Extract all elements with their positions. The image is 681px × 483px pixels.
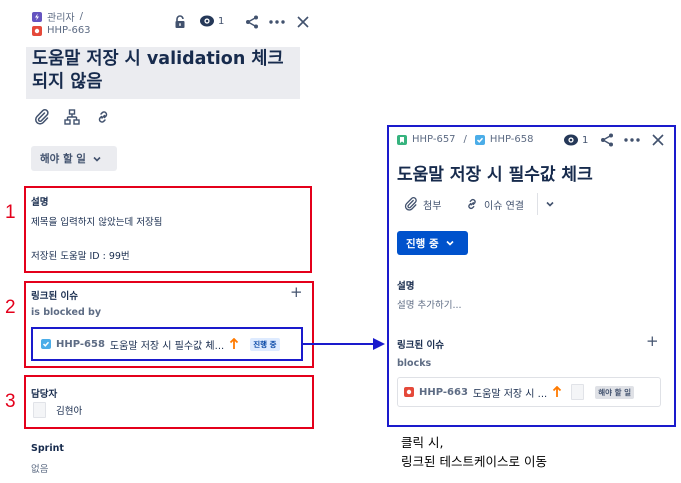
paperclip-icon [404,197,417,211]
marker-2: 2 [5,297,16,318]
right-more-button[interactable] [623,132,641,148]
linked-issue-key: HHP-658 [56,338,105,350]
chevron-down-icon [446,240,454,246]
right-close-button[interactable] [650,132,666,148]
attach-button[interactable] [31,106,53,128]
close-icon [652,134,664,146]
watch-button[interactable]: 1 [199,14,224,28]
avatar [571,384,585,400]
description-label: 설명 [397,281,415,292]
linked-issue-summary: 도움말 저장 시 필수값 체... [109,340,225,352]
chevron-down-icon [93,156,101,162]
linked-issue-status: 해야 할 일 [595,385,635,399]
status-label: 진행 중 [406,237,439,250]
marker-3: 3 [5,391,16,412]
priority-high-arrow-icon [230,338,239,349]
paperclip-icon [35,109,49,125]
watch-count: 1 [218,15,225,27]
description-text-line2[interactable]: 저장된 도움말 ID : 99번 [31,248,130,262]
chevron-down-icon [546,201,554,207]
more-icon [269,20,285,24]
linked-issue-summary: 도움말 저장 시 ... [472,388,548,400]
avatar [33,402,46,418]
add-link-button[interactable]: + [290,283,303,301]
issue-title-text: 도움말 저장 시 validation 체크되지 않음 [32,49,284,92]
attach-button[interactable]: 첨부 [397,193,451,215]
close-icon [297,16,309,28]
breadcrumb-separator: / [79,11,83,22]
description-placeholder[interactable]: 설명 추가하기... [397,297,462,311]
breadcrumb-issue-key: HHP-658 [489,134,534,145]
description-text-line1[interactable]: 제목을 입력하지 않았는데 저장됨 [31,214,162,228]
lightning-project-icon [32,11,42,22]
status-dropdown[interactable]: 진행 중 [397,231,468,255]
linked-issues-label: 링크된 이슈 [397,340,445,351]
link-relation-label: blocks [397,358,432,369]
link-label: 이슈 연결 [484,200,524,212]
sprint-label: Sprint [31,443,64,454]
description-label: 설명 [31,197,49,208]
share-button[interactable] [244,14,260,30]
right-watch-button[interactable]: 1 [563,133,588,147]
close-button[interactable] [295,14,311,30]
right-breadcrumb[interactable]: HHP-657 / HHP-658 [397,134,533,145]
linked-issue-card[interactable]: HHP-663 도움말 저장 시 ... 해야 할 일 [397,377,661,407]
more-actions-dropdown[interactable] [540,193,560,215]
left-breadcrumb-issue[interactable]: HHP-663 [32,25,91,36]
link-issue-button[interactable]: 이슈 연결 [458,193,536,215]
child-issues-icon [64,109,80,125]
assignee-field[interactable]: 김현아 [33,402,82,418]
task-icon [41,339,51,349]
task-icon [474,134,485,145]
toolbar-divider [537,193,538,215]
link-relation-label: is blocked by [31,307,102,318]
share-icon [601,133,613,147]
child-issues-button[interactable] [61,106,83,128]
eye-icon [564,134,578,146]
navigation-arrow [303,338,385,350]
more-icon [624,138,640,142]
status-dropdown[interactable]: 해야 할 일 [31,146,117,171]
linked-issue-card[interactable]: HHP-658 도움말 저장 시 필수값 체... 진행 중 [35,331,299,357]
linked-issue-key: HHP-663 [419,386,468,398]
link-icon [98,111,108,123]
breadcrumb-project-name: 관리자 [47,13,75,24]
lock-button[interactable] [173,14,187,30]
share-icon [246,15,258,29]
breadcrumb-parent-key: HHP-657 [412,134,456,145]
bug-icon [404,387,414,397]
add-link-button[interactable]: + [646,332,659,350]
priority-high-arrow-icon [553,386,562,397]
issue-title[interactable]: 도움말 저장 시 validation 체크되지 않음 [26,47,300,99]
bug-icon [32,25,42,36]
lock-icon [175,15,185,28]
breadcrumb-issue-key: HHP-663 [47,25,91,36]
eye-icon [200,15,214,27]
attach-label: 첨부 [423,200,442,212]
marker-1: 1 [5,202,16,223]
story-icon [397,134,407,145]
annotation-line2: 링크된 테스트케이스로 이동 [401,454,547,469]
linked-issues-label: 링크된 이슈 [31,291,79,302]
link-icon [468,199,476,209]
assignee-label: 담당자 [31,389,58,400]
more-button[interactable] [268,14,286,30]
breadcrumb-separator: / [463,134,467,145]
right-watch-count: 1 [582,134,589,146]
linked-issue-status: 진행 중 [250,337,280,351]
left-breadcrumb-project[interactable]: 관리자 / [32,9,83,24]
annotation-line1: 클릭 시, [401,435,444,450]
assignee-name: 김현아 [56,406,83,417]
right-issue-title[interactable]: 도움말 저장 시 필수값 체크 [397,160,593,185]
link-issue-button[interactable] [92,106,114,128]
right-share-button[interactable] [599,132,615,148]
status-label: 해야 할 일 [40,153,86,165]
sprint-value[interactable]: 없음 [31,461,48,475]
